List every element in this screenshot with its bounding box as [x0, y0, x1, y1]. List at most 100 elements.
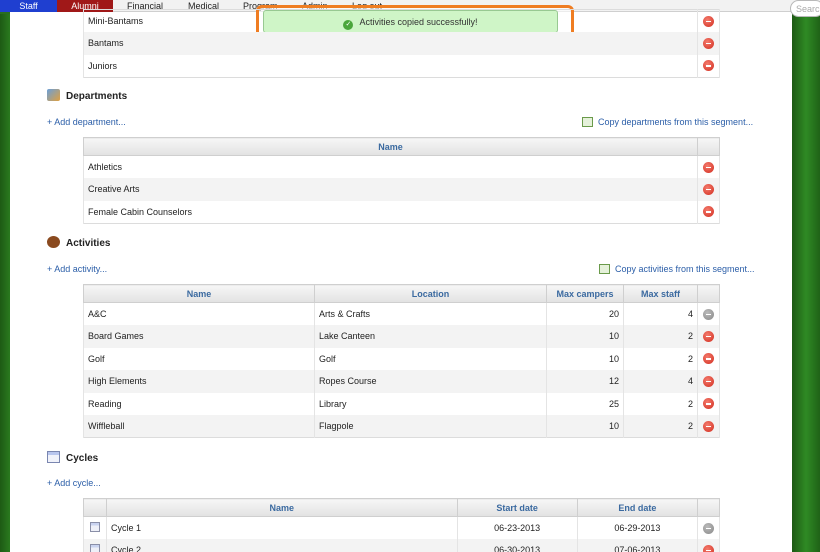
cell-max-staff: 2: [623, 415, 698, 438]
header-max-campers[interactable]: Max campers: [546, 284, 624, 303]
table-row: A&C Arts & Crafts 20 4: [83, 302, 720, 325]
header-name[interactable]: Name: [83, 284, 315, 303]
delete-icon[interactable]: [703, 161, 714, 173]
cell-name: High Elements: [83, 370, 315, 393]
calendar-icon: [90, 544, 101, 552]
table-row: Juniors: [83, 54, 720, 77]
cell-name: Reading: [83, 392, 315, 415]
cell-name: Cycle 2: [106, 539, 458, 552]
add-cycle-link[interactable]: + Add cycle...: [47, 478, 101, 488]
cell-max-staff: 2: [623, 347, 698, 370]
add-department-link[interactable]: + Add department...: [47, 117, 126, 127]
cell-max-staff: 4: [623, 370, 698, 393]
header-end-date[interactable]: End date: [576, 498, 698, 517]
copy-activities-link[interactable]: Copy activities from this segment...: [599, 264, 755, 274]
football-icon: [47, 236, 60, 248]
cell-name: Creative Arts: [83, 178, 698, 201]
departments-table: Name Athletics Creative Arts Female Cabi…: [83, 137, 720, 224]
cell-end-date: 07-06-2013: [576, 539, 698, 552]
delete-icon[interactable]: [703, 15, 714, 27]
cell-location: Ropes Course: [314, 370, 547, 393]
content-page: [10, 12, 792, 552]
delete-icon[interactable]: [703, 353, 714, 365]
search-input[interactable]: Search: [790, 0, 820, 17]
cell-start-date: 06-23-2013: [456, 516, 578, 539]
header-name[interactable]: Name: [106, 498, 458, 517]
delete-icon[interactable]: [703, 60, 714, 72]
table-row: High Elements Ropes Course 12 4: [83, 370, 720, 393]
activities-title: Activities: [66, 238, 111, 249]
copy-icon: [599, 264, 610, 274]
cell-max-campers: 10: [546, 325, 624, 348]
departments-icon: [47, 89, 60, 101]
activities-heading: Activities: [47, 236, 110, 249]
table-row: Golf Golf 10 2: [83, 347, 720, 370]
cell-location: Lake Canteen: [314, 325, 547, 348]
cell-max-campers: 10: [546, 347, 624, 370]
table-row: Cycle 2 06-30-2013 07-06-2013: [82, 539, 721, 552]
nav-staff[interactable]: Staff: [0, 0, 57, 12]
cell-location: Flagpole: [314, 415, 547, 438]
cell-name: Golf: [83, 347, 315, 370]
delete-icon[interactable]: [703, 37, 714, 49]
cycles-title: Cycles: [66, 453, 99, 464]
table-row: Female Cabin Counselors: [83, 200, 720, 223]
background-right: [792, 14, 820, 552]
table-row: Mini-Bantams: [83, 9, 720, 32]
cell-max-staff: 2: [623, 392, 698, 415]
delete-icon[interactable]: [703, 206, 714, 218]
delete-disabled-icon: [703, 308, 714, 320]
cell-name: Cycle 1: [106, 516, 458, 539]
table-row: Wiffleball Flagpole 10 2: [83, 415, 720, 438]
cell-location: Golf: [314, 347, 547, 370]
cell-name: Athletics: [83, 155, 698, 178]
cell-max-staff: 4: [623, 302, 698, 325]
delete-icon[interactable]: [703, 183, 714, 195]
header-location[interactable]: Location: [314, 284, 547, 303]
header-start-date[interactable]: Start date: [456, 498, 578, 517]
departments-title: Departments: [66, 91, 128, 102]
header-name[interactable]: Name: [83, 137, 698, 156]
copy-departments-label: Copy departments from this segment...: [598, 117, 754, 127]
cell-name: Bantams: [83, 32, 698, 55]
table-row: Cycle 1 06-23-2013 06-29-2013: [82, 516, 721, 539]
cell-max-staff: 2: [623, 325, 698, 348]
delete-icon[interactable]: [703, 420, 714, 432]
background-left: [0, 14, 10, 552]
cycles-table: Name Start date End date Cycle 1 06-23-2…: [82, 498, 721, 552]
cell-start-date: 06-30-2013: [456, 539, 578, 552]
cell-name: Female Cabin Counselors: [83, 200, 698, 223]
cell-name: Juniors: [83, 54, 698, 77]
header-max-staff[interactable]: Max staff: [623, 284, 698, 303]
calendar-icon: [47, 451, 60, 463]
cell-name: Wiffleball: [83, 415, 315, 438]
table-row: Bantams: [83, 32, 720, 55]
previous-list-table: Mini-Bantams Bantams Juniors: [83, 9, 720, 78]
delete-disabled-icon: [702, 522, 714, 534]
table-header: Name Location Max campers Max staff: [83, 284, 720, 303]
table-row: Reading Library 25 2: [83, 392, 720, 415]
delete-icon[interactable]: [703, 398, 714, 410]
activities-table: Name Location Max campers Max staff A&C …: [83, 284, 720, 438]
cell-max-campers: 12: [546, 370, 624, 393]
delete-icon[interactable]: [703, 330, 714, 342]
table-header: Name: [83, 137, 720, 156]
add-activity-link[interactable]: + Add activity...: [47, 264, 107, 274]
copy-icon: [582, 117, 593, 127]
departments-heading: Departments: [47, 89, 127, 102]
cell-location: Library: [314, 392, 547, 415]
delete-icon[interactable]: [702, 544, 714, 552]
cell-max-campers: 20: [546, 302, 624, 325]
copy-activities-label: Copy activities from this segment...: [615, 264, 755, 274]
calendar-icon: [90, 522, 101, 532]
cell-name: Mini-Bantams: [83, 9, 698, 32]
cell-location: Arts & Crafts: [314, 302, 547, 325]
cell-end-date: 06-29-2013: [576, 516, 698, 539]
table-header: Name Start date End date: [82, 498, 721, 517]
table-row: Athletics: [83, 155, 720, 178]
delete-icon[interactable]: [703, 375, 714, 387]
copy-departments-link[interactable]: Copy departments from this segment...: [582, 117, 753, 127]
cell-name: Board Games: [83, 325, 315, 348]
table-row: Board Games Lake Canteen 10 2: [83, 325, 720, 348]
cell-name: A&C: [83, 302, 315, 325]
